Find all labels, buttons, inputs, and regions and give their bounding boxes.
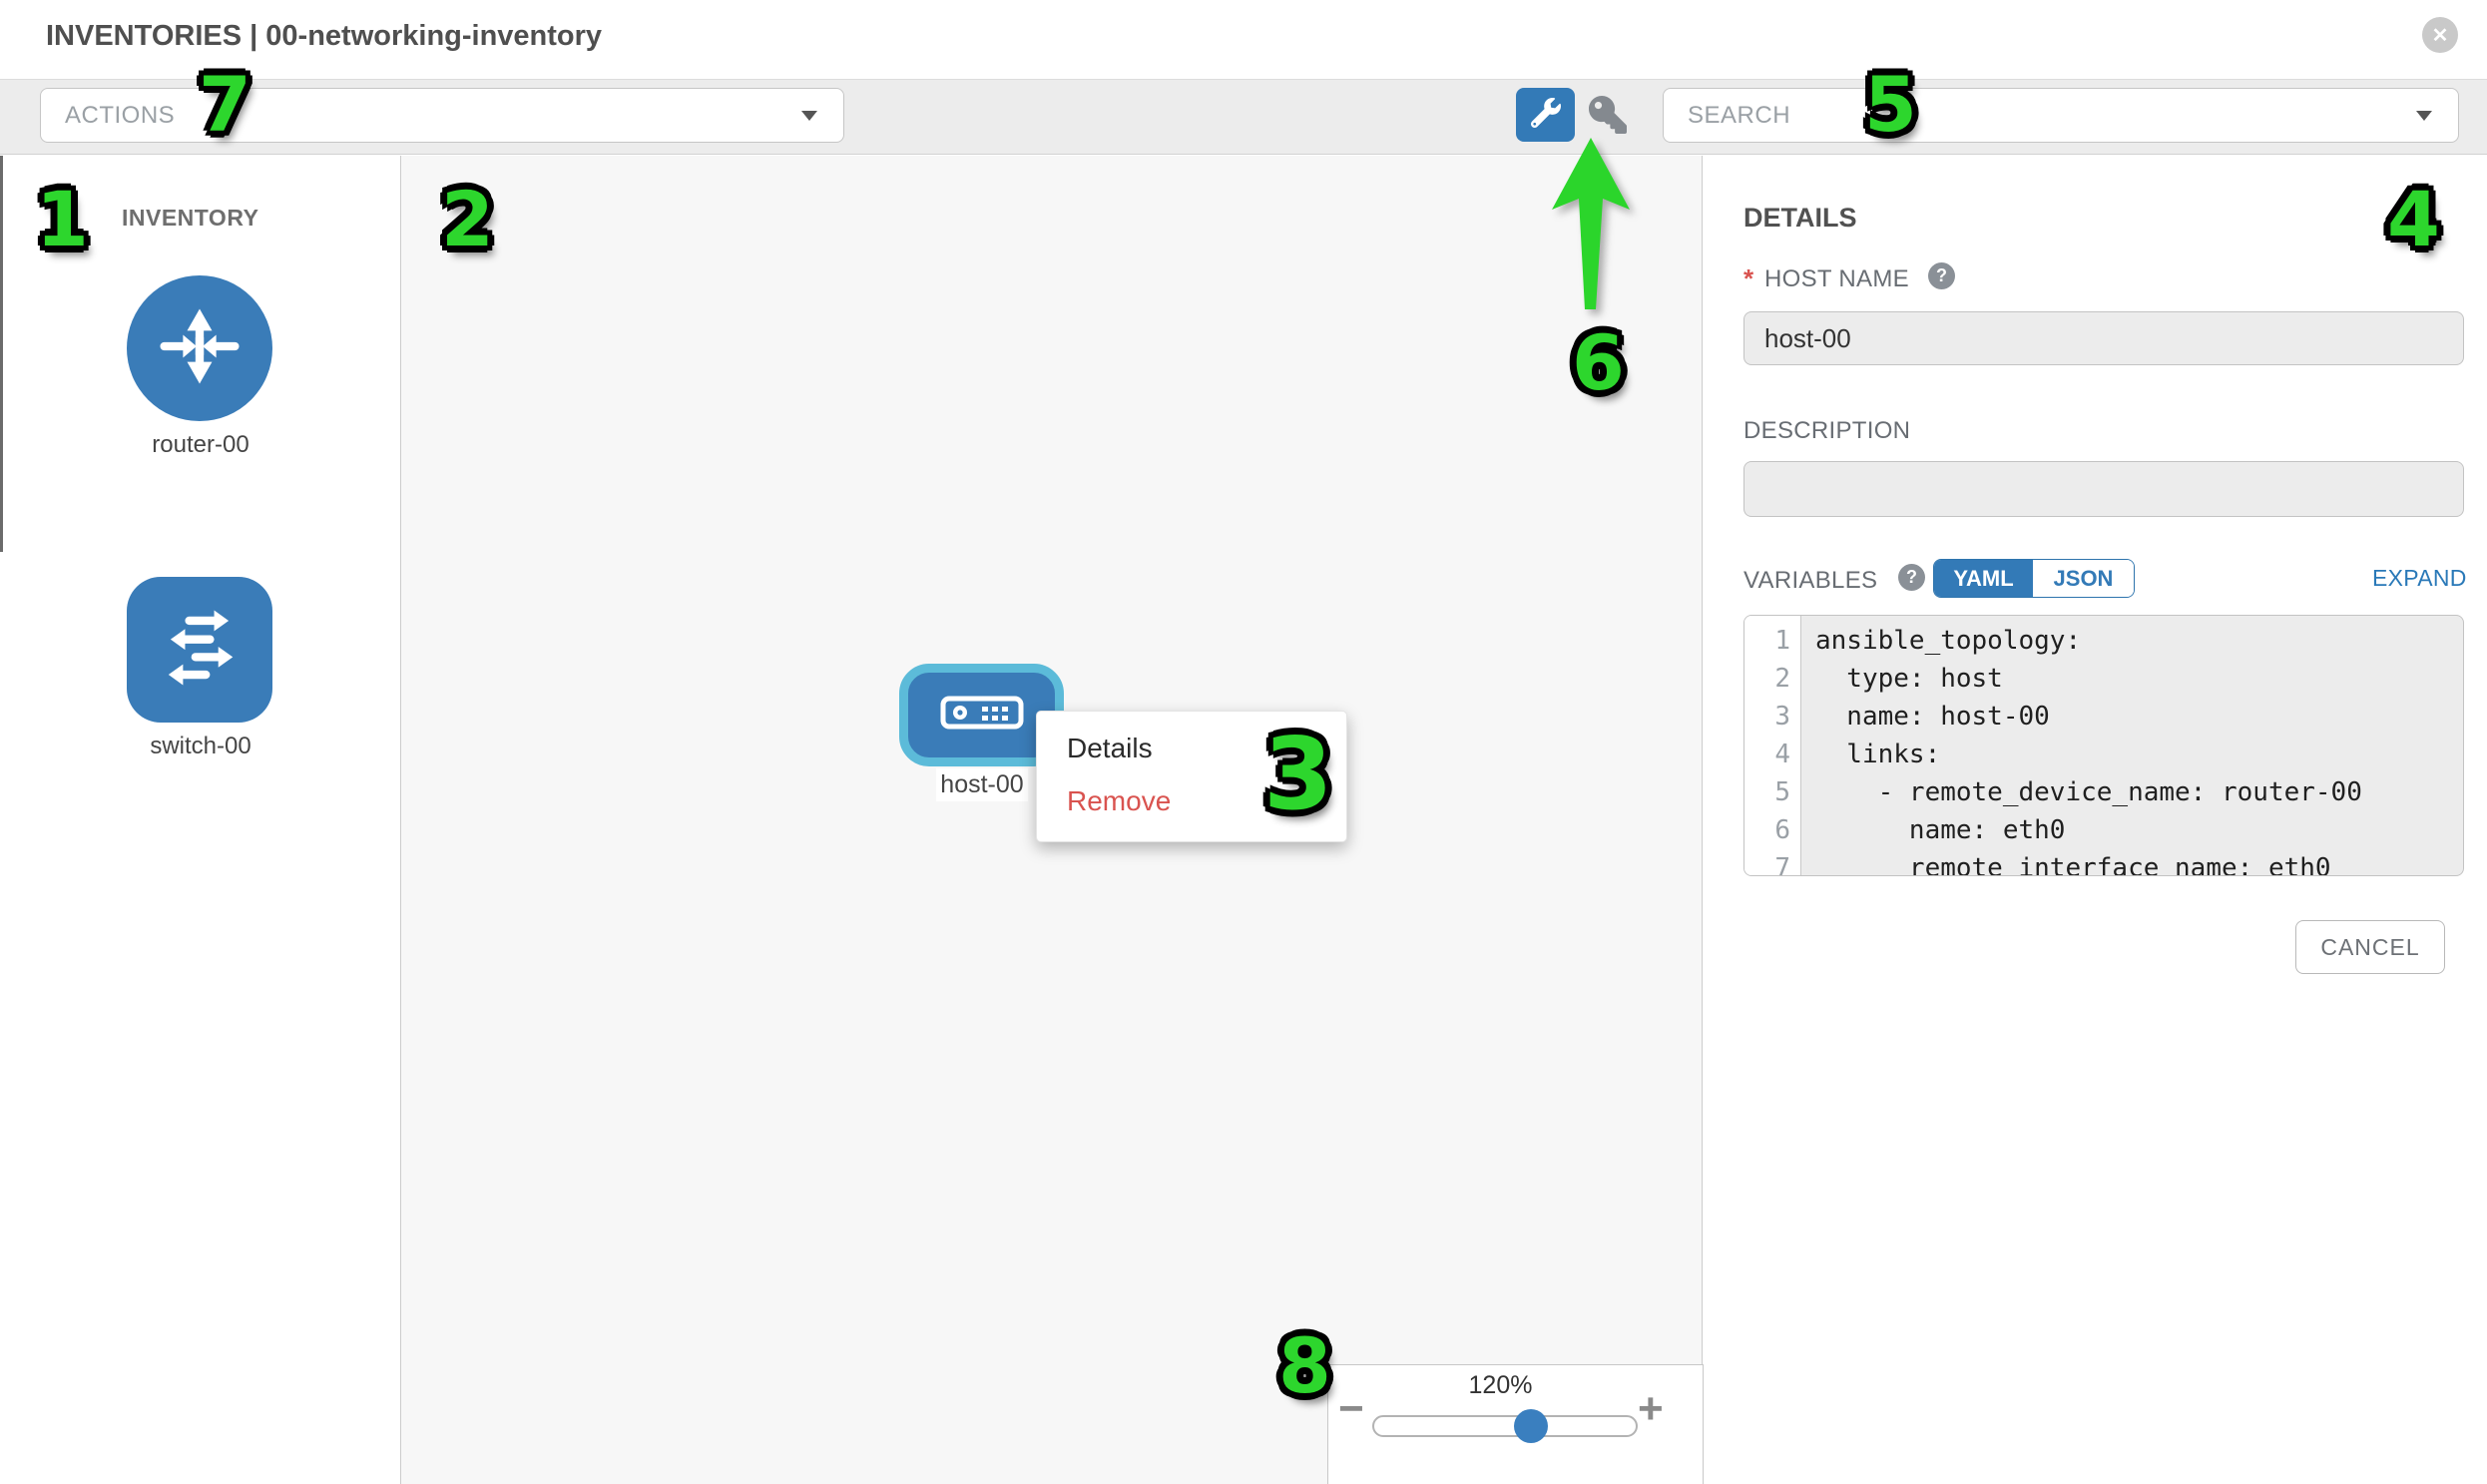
variables-editor[interactable]: 1 2 3 4 5 6 7 ansible_topology: type: ho… bbox=[1743, 615, 2464, 876]
code-line: ansible_topology: bbox=[1815, 622, 2463, 660]
sidebar-item-switch[interactable] bbox=[127, 577, 272, 723]
annotation-4: 4 bbox=[2387, 182, 2440, 257]
editor-code[interactable]: ansible_topology: type: host name: host-… bbox=[1801, 616, 2463, 875]
chevron-down-icon bbox=[2416, 111, 2432, 121]
actions-dropdown[interactable]: ACTIONS bbox=[40, 88, 844, 143]
app-window: INVENTORIES | 00-networking-inventory ✕ … bbox=[0, 0, 2487, 1484]
sidebar-scrollbar[interactable] bbox=[0, 156, 3, 552]
line-number: 2 bbox=[1744, 660, 1800, 698]
details-heading: DETAILS bbox=[1743, 203, 1857, 234]
code-line: name: host-00 bbox=[1815, 698, 2463, 736]
code-line: name: eth0 bbox=[1815, 811, 2463, 849]
line-number: 4 bbox=[1744, 736, 1800, 773]
key-icon bbox=[1589, 96, 1627, 134]
chevron-down-icon bbox=[801, 111, 817, 121]
toggle-yaml[interactable]: YAML bbox=[1934, 560, 2033, 597]
line-number: 5 bbox=[1744, 773, 1800, 811]
cancel-button[interactable]: CANCEL bbox=[2295, 920, 2445, 974]
help-icon[interactable]: ? bbox=[1928, 262, 1955, 289]
zoom-in-button[interactable]: + bbox=[1638, 1387, 1664, 1431]
toggle-json[interactable]: JSON bbox=[2033, 560, 2134, 597]
host-name-label: HOST NAME bbox=[1764, 265, 1909, 293]
key-button[interactable] bbox=[1587, 94, 1629, 136]
variables-format-toggle: YAML JSON bbox=[1933, 559, 2135, 598]
annotation-1: 1 bbox=[36, 182, 89, 257]
close-icon[interactable]: ✕ bbox=[2422, 17, 2458, 53]
code-line: remote_interface_name: eth0 bbox=[1815, 849, 2463, 876]
required-asterisk: * bbox=[1743, 263, 1753, 294]
annotation-8: 8 bbox=[1278, 1328, 1331, 1404]
toolkit-button[interactable] bbox=[1516, 88, 1575, 142]
page-title: INVENTORIES | 00-networking-inventory bbox=[46, 20, 602, 53]
sidebar-item-label: router-00 bbox=[0, 431, 401, 459]
switch-icon bbox=[148, 596, 251, 705]
annotation-7: 7 bbox=[199, 67, 251, 143]
line-number: 7 bbox=[1744, 849, 1800, 876]
variables-label: VARIABLES bbox=[1743, 567, 1877, 595]
zoom-out-button[interactable]: − bbox=[1338, 1387, 1364, 1431]
host-node-label: host-00 bbox=[936, 768, 1028, 801]
code-line: - remote_device_name: router-00 bbox=[1815, 773, 2463, 811]
annotation-2: 2 bbox=[441, 182, 494, 257]
search-placeholder: SEARCH bbox=[1664, 102, 2416, 130]
actions-dropdown-label: ACTIONS bbox=[41, 102, 801, 130]
zoom-control: 120% − + bbox=[1327, 1364, 1704, 1484]
annotation-5: 5 bbox=[1864, 67, 1917, 143]
host-icon bbox=[940, 696, 1024, 735]
host-name-input[interactable] bbox=[1743, 311, 2464, 365]
description-input[interactable] bbox=[1743, 461, 2464, 517]
description-label: DESCRIPTION bbox=[1743, 417, 1910, 445]
annotation-3: 3 bbox=[1263, 725, 1333, 824]
annotation-arrow-up-icon bbox=[1548, 136, 1634, 316]
search-dropdown[interactable]: SEARCH bbox=[1663, 88, 2459, 143]
annotation-6: 6 bbox=[1572, 325, 1625, 401]
sidebar-item-router[interactable] bbox=[127, 275, 272, 421]
line-number: 1 bbox=[1744, 622, 1800, 660]
code-line: links: bbox=[1815, 736, 2463, 773]
zoom-level-value: 120% bbox=[1328, 1371, 1673, 1400]
router-icon bbox=[148, 294, 251, 403]
zoom-slider-track[interactable] bbox=[1372, 1415, 1638, 1437]
wrench-icon bbox=[1531, 98, 1561, 133]
line-number: 6 bbox=[1744, 811, 1800, 849]
inventory-heading: INVENTORY bbox=[122, 205, 258, 232]
close-glyph: ✕ bbox=[2432, 23, 2449, 48]
expand-link[interactable]: EXPAND bbox=[2372, 565, 2467, 592]
sidebar-item-label: switch-00 bbox=[0, 733, 401, 760]
code-line: type: host bbox=[1815, 660, 2463, 698]
line-number: 3 bbox=[1744, 698, 1800, 736]
zoom-slider-thumb[interactable] bbox=[1514, 1409, 1548, 1443]
help-icon[interactable]: ? bbox=[1898, 564, 1925, 591]
editor-gutter: 1 2 3 4 5 6 7 bbox=[1744, 616, 1801, 875]
